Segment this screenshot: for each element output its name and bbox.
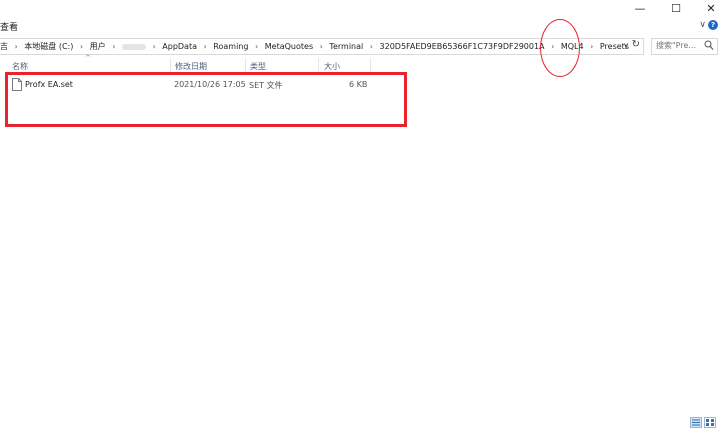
breadcrumb-item-appdata[interactable]: AppData — [162, 42, 197, 51]
breadcrumb-item-username-redacted[interactable] — [121, 43, 146, 50]
search-box[interactable] — [651, 38, 718, 55]
file-name[interactable]: Profx EA.set — [25, 80, 73, 89]
breadcrumb-item-users[interactable]: 用户 — [90, 41, 106, 52]
file-modified-date: 2021/10/26 17:05 — [174, 80, 246, 89]
column-header-size[interactable]: 大小 — [324, 60, 340, 74]
search-input[interactable] — [656, 41, 700, 50]
breadcrumb-separator-icon: › — [319, 42, 323, 51]
breadcrumb-separator-icon: › — [14, 42, 18, 51]
breadcrumb: 吉 › 本地磁盘 (C:) › 用户 › › AppData › Roaming… — [0, 41, 629, 52]
breadcrumb-item-local-disk[interactable]: 本地磁盘 (C:) — [24, 41, 73, 52]
breadcrumb-icon-cut: 吉 — [0, 42, 8, 51]
column-header-type[interactable]: 类型 — [250, 60, 266, 74]
breadcrumb-item-terminal[interactable]: Terminal — [329, 42, 363, 51]
address-bar[interactable]: 吉 › 本地磁盘 (C:) › 用户 › › AppData › Roaming… — [0, 38, 644, 55]
breadcrumb-separator-icon: › — [590, 42, 594, 51]
breadcrumb-item-metaquotes[interactable]: MetaQuotes — [265, 42, 313, 51]
breadcrumb-item-mql4[interactable]: MQL4 — [561, 42, 584, 51]
maximize-button[interactable]: ☐ — [663, 0, 689, 18]
breadcrumb-separator-icon: › — [112, 42, 116, 51]
ribbon-expand-icon[interactable]: ∨ — [699, 20, 706, 30]
sort-ascending-icon: ^ — [85, 54, 91, 62]
file-size: 6 KB — [349, 80, 368, 89]
breadcrumb-separator-icon: › — [203, 42, 207, 51]
help-icon[interactable]: ? — [708, 20, 718, 30]
large-icons-view-button[interactable] — [704, 417, 716, 428]
details-view-button[interactable] — [690, 417, 702, 428]
breadcrumb-separator-icon: › — [152, 42, 156, 51]
breadcrumb-item-roaming[interactable]: Roaming — [213, 42, 248, 51]
document-icon — [12, 78, 22, 91]
search-icon[interactable] — [704, 40, 714, 51]
file-type: SET 文件 — [249, 81, 283, 90]
minimize-button[interactable]: — — [627, 0, 653, 18]
breadcrumb-separator-icon: › — [79, 42, 84, 51]
breadcrumb-item-terminal-id[interactable]: 320D5FAED9EB65366F1C73F9DF29001A — [380, 42, 545, 51]
breadcrumb-separator-icon: › — [255, 42, 259, 51]
details-view-icon — [692, 419, 700, 426]
close-button[interactable]: ✕ — [698, 0, 720, 18]
breadcrumb-separator-icon: › — [369, 42, 373, 51]
column-divider[interactable] — [318, 58, 319, 75]
large-icons-view-icon — [706, 419, 714, 426]
column-header-name[interactable]: 名称 — [12, 60, 28, 74]
file-row[interactable]: Profx EA.set 2021/10/26 17:05 SET 文件 6 K… — [8, 78, 368, 93]
column-header-modified[interactable]: 修改日期 — [175, 60, 207, 74]
column-divider[interactable] — [170, 58, 171, 75]
ribbon-tab-view[interactable]: 查看 — [0, 20, 18, 33]
address-history-dropdown-icon[interactable]: ∨ — [623, 41, 629, 50]
breadcrumb-separator-icon: › — [551, 42, 555, 51]
column-divider[interactable] — [245, 58, 246, 75]
refresh-icon[interactable]: ↻ — [632, 39, 640, 50]
column-divider[interactable] — [370, 58, 371, 75]
